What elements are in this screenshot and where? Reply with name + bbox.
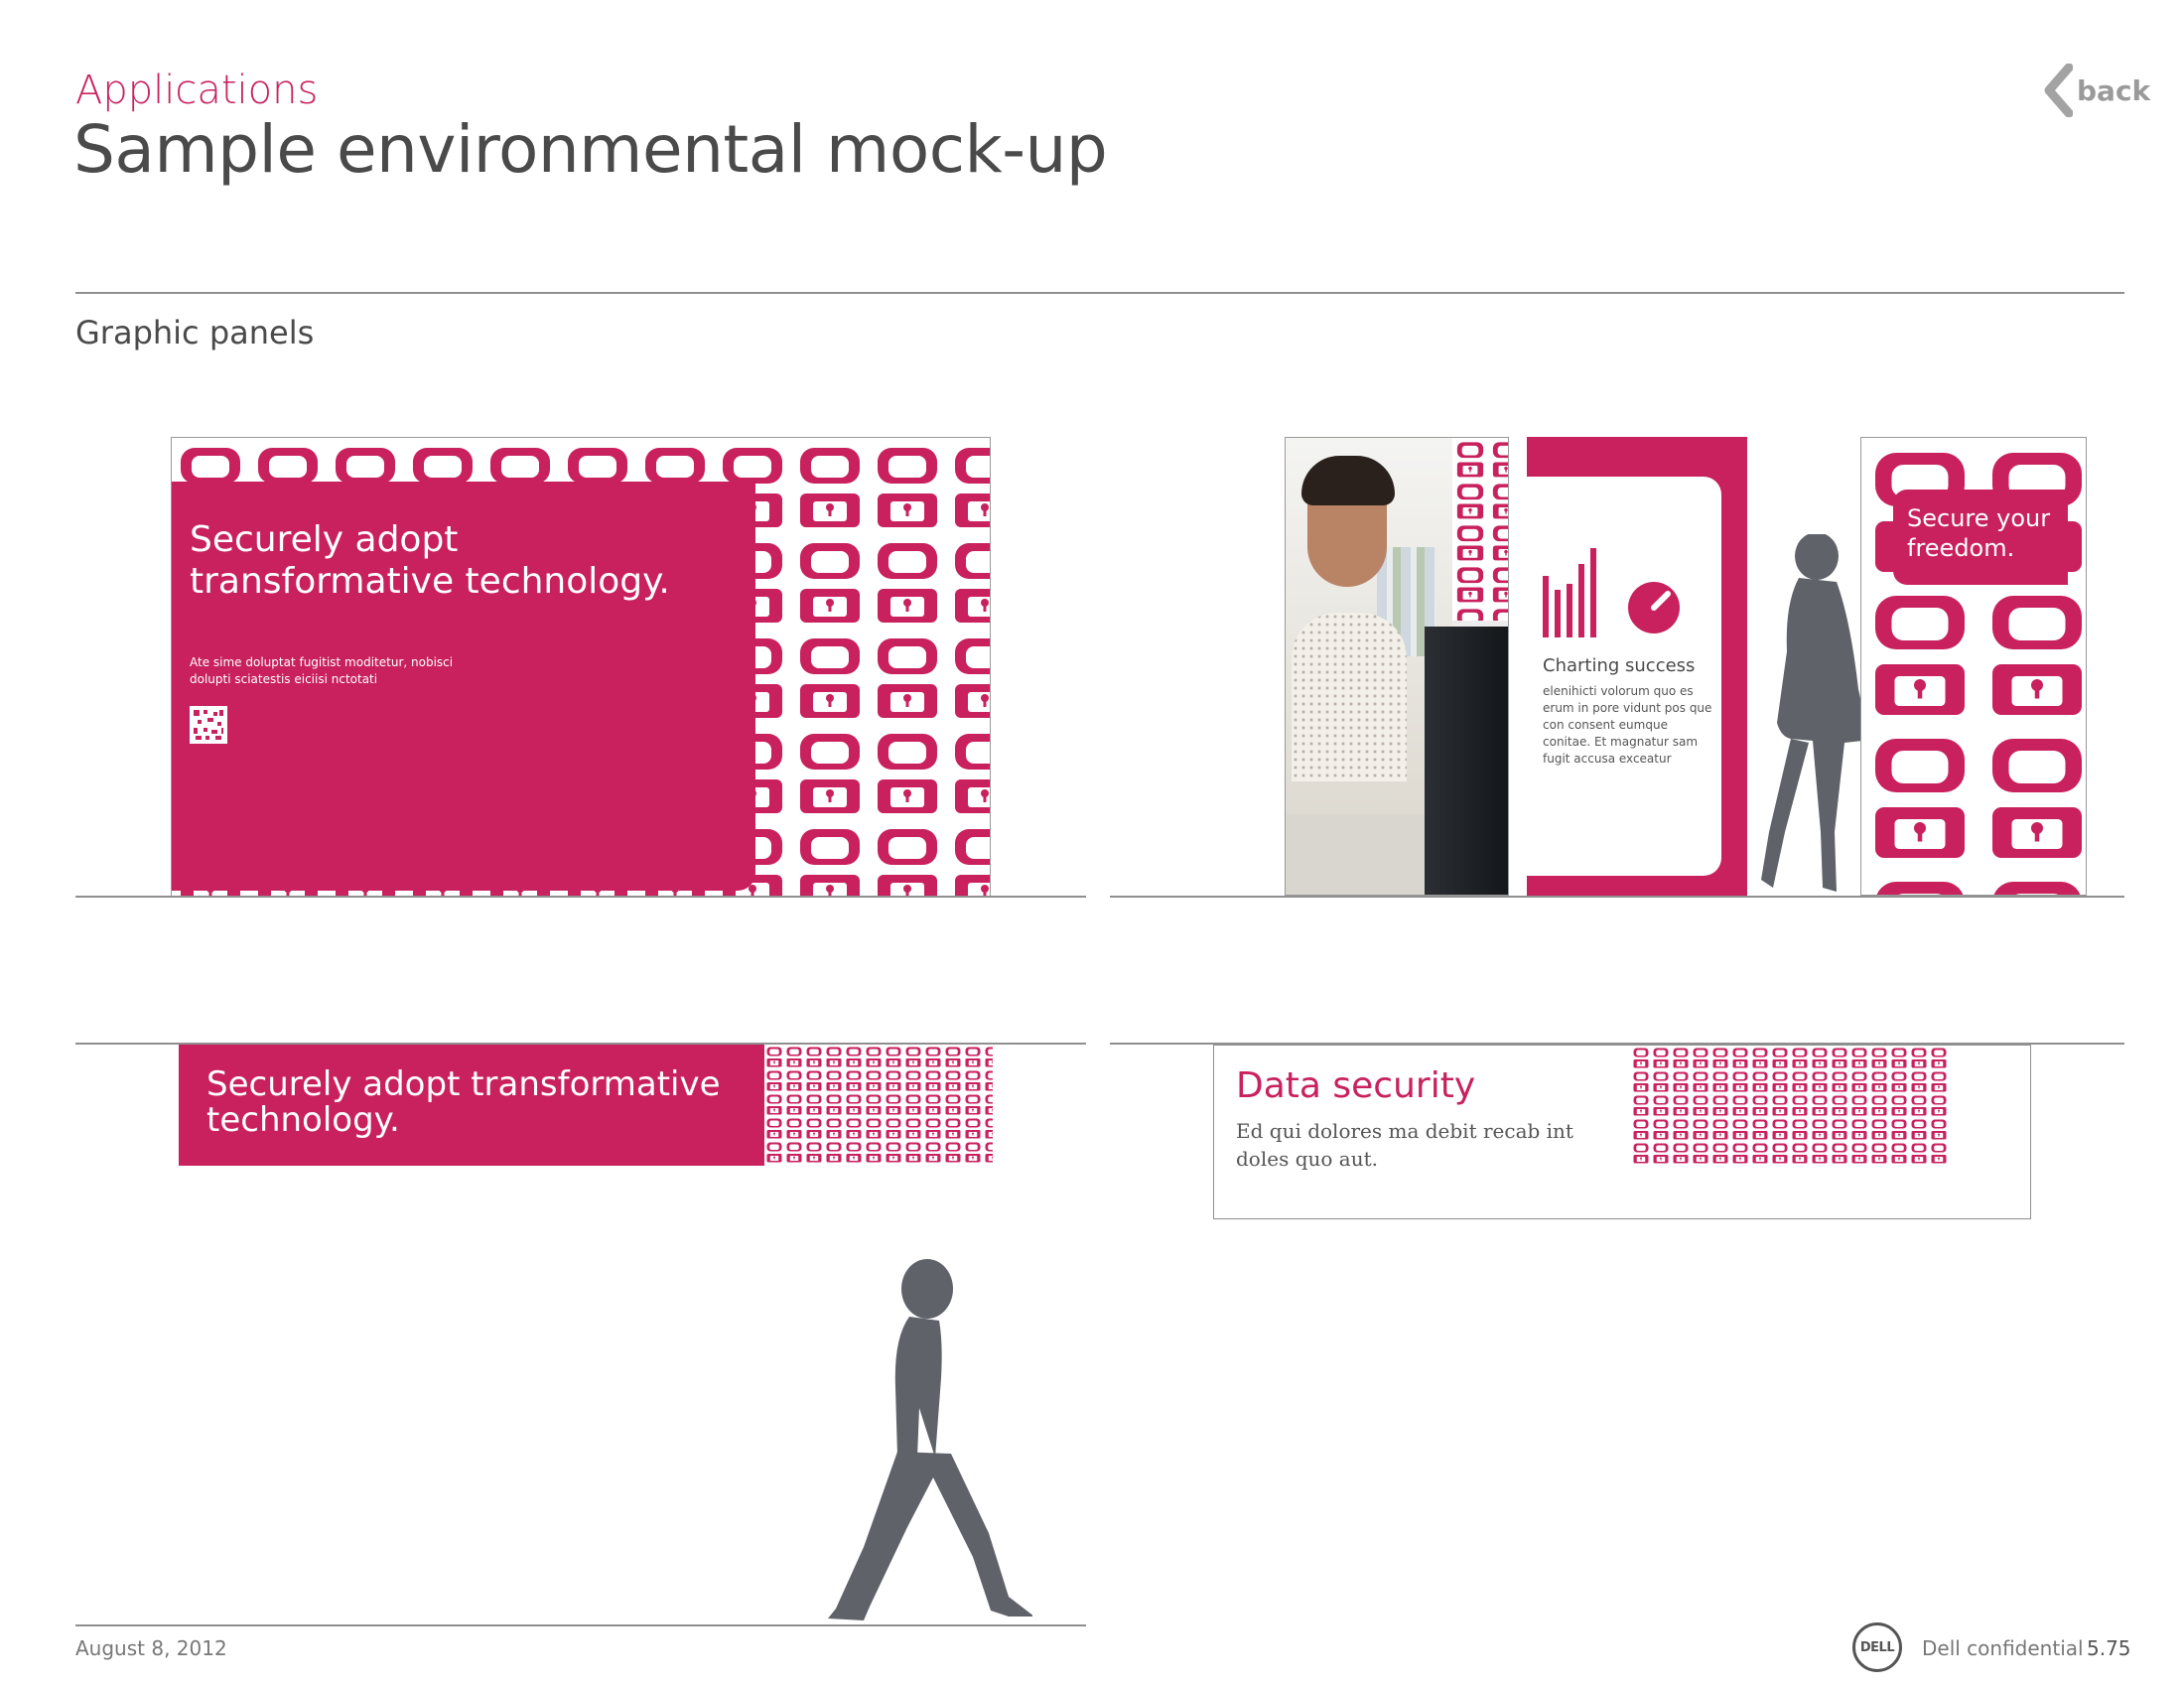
banner-white: Data security Ed qui dolores ma debit re… xyxy=(1213,1045,2031,1219)
photo-panel xyxy=(1285,437,1509,896)
dell-logo-icon: DELL xyxy=(1852,1622,1902,1672)
page-title: Sample environmental mock-up xyxy=(73,111,1108,188)
secure-panel-text: Secure your freedom. xyxy=(1893,490,2068,585)
footer-date: August 8, 2012 xyxy=(75,1636,227,1660)
secure-panel: Secure your freedom. xyxy=(1860,437,2087,896)
section-label: Applications xyxy=(75,68,319,113)
bar-chart-icon xyxy=(1543,548,1680,637)
person-shirt-shape xyxy=(1292,613,1407,781)
chart-panel-body: elenihicti volorum quo es erum in pore v… xyxy=(1543,684,1712,766)
header-divider xyxy=(75,292,2124,294)
page-number: 5.75 xyxy=(2087,1636,2131,1660)
chart-panel-title: Charting success xyxy=(1543,655,1696,676)
banner-magenta: Securely adopt transformative technology… xyxy=(179,1045,993,1166)
panel-large-content: Securely adopt transformative technology… xyxy=(172,482,755,891)
woman-silhouette-icon xyxy=(1761,534,1864,892)
banner-magenta-text: Securely adopt transformative technology… xyxy=(206,1064,721,1140)
dell-logo-text: DELL xyxy=(1859,1639,1895,1655)
panel-large-headline: Securely adopt transformative technology… xyxy=(190,519,670,602)
chart-panel: Charting success elenihicti volorum quo … xyxy=(1527,437,1747,896)
banner-white-lock-pattern xyxy=(1631,1046,1949,1167)
chevron-left-icon xyxy=(2044,64,2073,117)
back-label: back xyxy=(2077,73,2151,107)
footer-confidential: Dell confidential xyxy=(1922,1636,2084,1660)
back-button[interactable]: back xyxy=(2043,64,2150,117)
floor-line-right xyxy=(1110,896,2124,898)
panel-large-body: Ate sime doluptat fugitist moditetur, no… xyxy=(190,655,454,686)
monitor-shape xyxy=(1425,627,1508,895)
banner-white-title: Data security xyxy=(1236,1065,1476,1106)
man-silhouette-icon xyxy=(828,1259,1032,1620)
qr-code-icon xyxy=(190,706,227,744)
graphic-panel-large: Securely adopt transformative technology… xyxy=(171,437,991,898)
banner-lock-pattern xyxy=(764,1045,993,1166)
chart-panel-card: Charting success elenihicti volorum quo … xyxy=(1527,477,1721,876)
graphic-panel-triptych: Charting success elenihicti volorum quo … xyxy=(1285,437,2087,896)
floor-line xyxy=(75,896,1086,898)
subsection-title: Graphic panels xyxy=(75,314,315,352)
lock-pattern-strip xyxy=(1452,438,1508,621)
floor-line-bottom xyxy=(75,1624,1086,1626)
banner-white-body: Ed qui dolores ma debit recab int doles … xyxy=(1236,1119,1573,1171)
